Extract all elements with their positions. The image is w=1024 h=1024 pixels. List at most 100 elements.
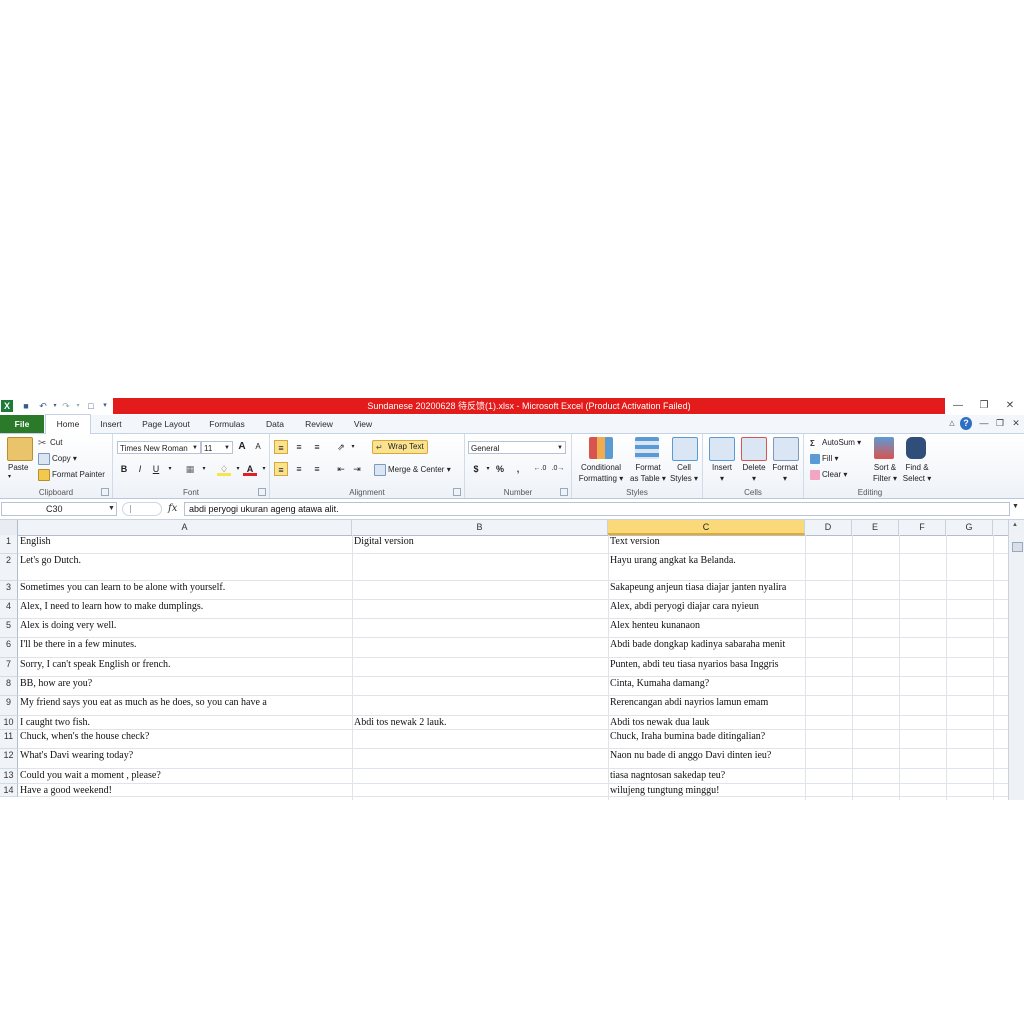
tab-review[interactable]: Review bbox=[298, 415, 340, 433]
fill-color-icon[interactable]: ♢ bbox=[217, 462, 231, 476]
tab-data[interactable]: Data bbox=[258, 415, 292, 433]
cell-a[interactable]: Chuck, when's the house check? bbox=[18, 730, 352, 749]
format-cells-icon[interactable] bbox=[773, 437, 799, 461]
cell-c[interactable]: Sakapeung anjeun tiasa diajar janten nya… bbox=[608, 581, 805, 600]
cell-a[interactable]: English bbox=[18, 535, 352, 554]
redo-dropdown-icon[interactable]: ▾ bbox=[72, 400, 84, 412]
cell-a[interactable]: Sometimes you can learn to be alone with… bbox=[18, 581, 352, 600]
minimize-icon[interactable]: — bbox=[948, 399, 968, 413]
cell-b[interactable] bbox=[352, 600, 608, 619]
conditional-formatting-button[interactable]: Conditional Formatting ▾ bbox=[578, 462, 624, 484]
cell-c[interactable]: tiasa nagntosan sakedap teu? bbox=[608, 769, 805, 784]
cell-c[interactable]: Abdi tos newak dua lauk bbox=[608, 716, 805, 730]
expand-formula-bar-icon[interactable]: ▼ bbox=[1012, 503, 1019, 510]
font-launcher-icon[interactable] bbox=[258, 488, 266, 496]
help-icon[interactable]: ? bbox=[960, 417, 972, 430]
increase-decimal-icon[interactable]: ←.0 bbox=[533, 462, 547, 476]
font-name-select[interactable]: Times New Roman ▼ bbox=[117, 441, 201, 454]
font-size-select[interactable]: 11 ▼ bbox=[201, 441, 233, 454]
cell-b[interactable] bbox=[352, 619, 608, 638]
font-color-icon[interactable]: A bbox=[243, 462, 257, 476]
redo-icon[interactable]: ↷ bbox=[60, 400, 72, 412]
row-header[interactable]: 13 bbox=[0, 769, 18, 784]
align-middle-icon[interactable]: ≡ bbox=[292, 440, 306, 454]
tab-insert[interactable]: Insert bbox=[92, 415, 130, 433]
close-icon[interactable]: ✕ bbox=[1000, 399, 1020, 413]
insert-function-icon[interactable]: fx bbox=[168, 501, 177, 517]
delete-cells-icon[interactable] bbox=[741, 437, 767, 461]
borders-dropdown-icon[interactable]: ▾ bbox=[197, 462, 211, 476]
delete-cells-button[interactable]: Delete ▾ bbox=[739, 462, 769, 484]
fill-button[interactable]: Fill ▾ bbox=[810, 453, 838, 464]
cell-c[interactable]: Naon nu bade di anggo Davi dinten ieu? bbox=[608, 749, 805, 769]
format-as-table-icon[interactable] bbox=[635, 437, 659, 459]
underline-button[interactable]: U bbox=[149, 462, 163, 476]
increase-indent-icon[interactable]: ⇥ bbox=[350, 462, 364, 476]
format-cells-button[interactable]: Format ▾ bbox=[770, 462, 800, 484]
tab-file[interactable]: File bbox=[0, 415, 44, 433]
decrease-decimal-icon[interactable]: .0→ bbox=[551, 462, 565, 476]
name-box-dropdown-icon[interactable]: ▼ bbox=[108, 502, 115, 516]
cell-a[interactable]: Could you wait a moment , please? bbox=[18, 769, 352, 784]
insert-cells-icon[interactable] bbox=[709, 437, 735, 461]
column-header-e[interactable]: E bbox=[852, 520, 899, 535]
clipboard-launcher-icon[interactable] bbox=[101, 488, 109, 496]
wrap-text-button[interactable]: ↵ Wrap Text bbox=[372, 440, 428, 454]
font-color-dropdown-icon[interactable]: ▾ bbox=[257, 462, 271, 476]
cell-a[interactable]: I caught two fish. bbox=[18, 716, 352, 730]
alignment-launcher-icon[interactable] bbox=[453, 488, 461, 496]
cell-a[interactable]: BB, how are you? bbox=[18, 677, 352, 696]
grow-font-button[interactable]: A bbox=[235, 440, 249, 454]
workbook-restore-icon[interactable]: ❐ bbox=[994, 417, 1006, 430]
cell-a[interactable]: Let's go Dutch. bbox=[18, 554, 352, 581]
cell-b[interactable] bbox=[352, 677, 608, 696]
excel-app-icon[interactable]: X bbox=[1, 400, 13, 412]
cell-c[interactable]: Rerencangan abdi nayrios lamun emam bbox=[608, 696, 805, 716]
autosum-button[interactable]: Σ AutoSum ▾ bbox=[810, 437, 861, 448]
format-as-table-button[interactable]: Format as Table ▾ bbox=[626, 462, 670, 484]
cell-c[interactable]: Text version bbox=[608, 535, 805, 554]
cell-b[interactable] bbox=[352, 784, 608, 797]
binoculars-icon[interactable] bbox=[906, 437, 926, 459]
conditional-formatting-icon[interactable] bbox=[589, 437, 613, 459]
cell-b[interactable] bbox=[352, 638, 608, 658]
minimize-ribbon-icon[interactable]: △ bbox=[946, 417, 958, 430]
borders-icon[interactable]: ▦ bbox=[183, 462, 197, 476]
formula-input[interactable]: abdi peryogi ukuran ageng atawa alit. bbox=[184, 502, 1010, 516]
column-header-g[interactable]: G bbox=[946, 520, 993, 535]
cell-b[interactable]: Abdi tos newak 2 lauk. bbox=[352, 716, 608, 730]
sort-filter-icon[interactable] bbox=[874, 437, 894, 459]
find-select-button[interactable]: Find & Select ▾ bbox=[902, 462, 932, 484]
row-header[interactable]: 12 bbox=[0, 749, 18, 769]
shrink-font-button[interactable]: A bbox=[251, 440, 265, 454]
align-top-icon[interactable]: ≡ bbox=[274, 440, 288, 454]
save-icon[interactable]: ■ bbox=[20, 400, 32, 412]
align-right-icon[interactable]: ≡ bbox=[310, 462, 324, 476]
cell-b[interactable]: Digital version bbox=[352, 535, 608, 554]
cell-c[interactable]: Hayu urang angkat ka Belanda. bbox=[608, 554, 805, 581]
cell-b[interactable] bbox=[352, 730, 608, 749]
cell-a[interactable]: I'll be there in a few minutes. bbox=[18, 638, 352, 658]
merge-center-button[interactable]: Merge & Center ▾ bbox=[374, 464, 451, 476]
cell-b[interactable] bbox=[352, 749, 608, 769]
column-header-a[interactable]: A bbox=[18, 520, 352, 535]
restore-icon[interactable]: ❐ bbox=[974, 399, 994, 413]
cell-a[interactable]: My friend says you eat as much as he doe… bbox=[18, 696, 352, 716]
align-center-icon[interactable]: ≡ bbox=[292, 462, 306, 476]
cell-c[interactable]: Punten, abdi teu tiasa nyarios basa Ingg… bbox=[608, 658, 805, 677]
comma-button[interactable]: , bbox=[511, 462, 525, 476]
clear-button[interactable]: Clear ▾ bbox=[810, 469, 847, 480]
insert-cells-button[interactable]: Insert ▾ bbox=[707, 462, 737, 484]
cell-c[interactable]: Abdi bade dongkap kadinya sabaraha menit bbox=[608, 638, 805, 658]
paste-dropdown-icon[interactable]: ▾ bbox=[8, 472, 11, 483]
number-format-select[interactable]: General ▼ bbox=[468, 441, 566, 454]
cell-c[interactable]: Alex henteu kunanaon bbox=[608, 619, 805, 638]
cell-c[interactable]: Cinta, Kumaha damang? bbox=[608, 677, 805, 696]
decrease-indent-icon[interactable]: ⇤ bbox=[334, 462, 348, 476]
cell-a[interactable]: What's Davi wearing today? bbox=[18, 749, 352, 769]
sort-filter-button[interactable]: Sort & Filter ▾ bbox=[870, 462, 900, 484]
percent-button[interactable]: % bbox=[493, 462, 507, 476]
column-header-d[interactable]: D bbox=[805, 520, 852, 535]
column-header-b[interactable]: B bbox=[352, 520, 608, 535]
undo-icon[interactable]: ↶ bbox=[37, 400, 49, 412]
